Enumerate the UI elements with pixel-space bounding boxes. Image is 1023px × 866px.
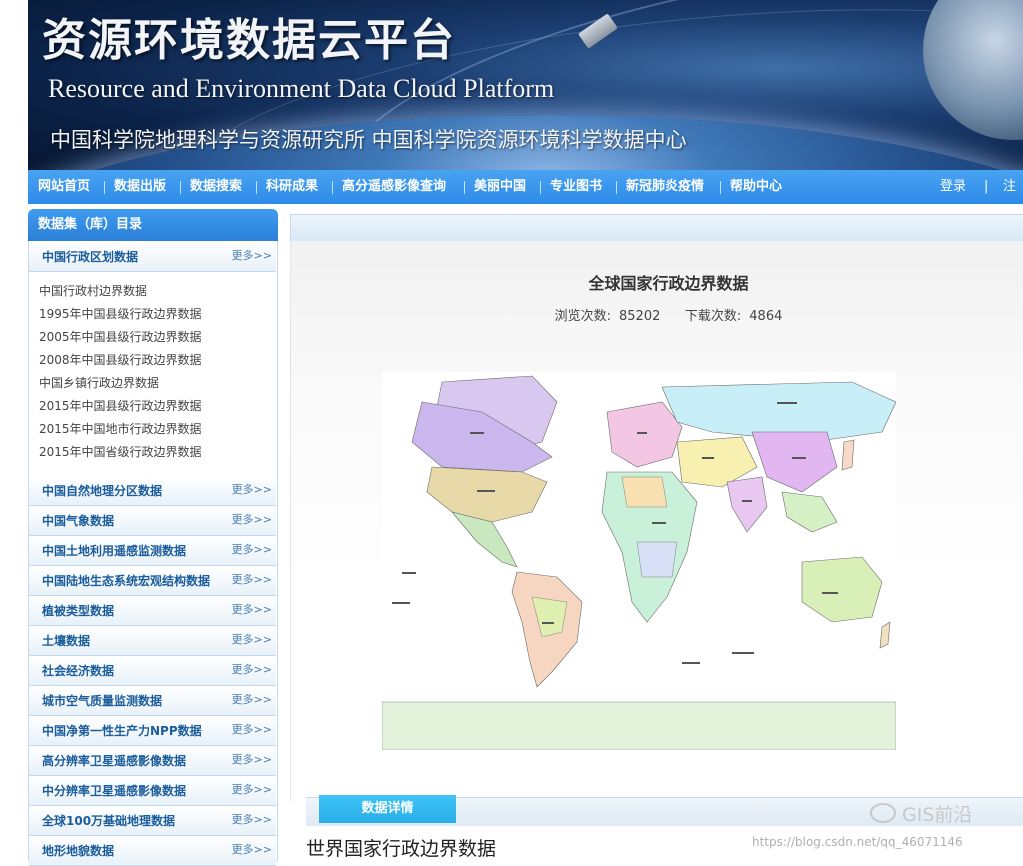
category-natural-geography[interactable]: 中国自然地理分区数据 更多>> [29, 477, 276, 506]
sub-item-1995-county[interactable]: 1995年中国县级行政边界数据 [39, 305, 202, 322]
nav-item-research[interactable]: 科研成果 [266, 170, 318, 204]
more-link[interactable]: 更多>> [232, 747, 272, 773]
category-label: 中国净第一性生产力NPP数据 [42, 724, 202, 738]
main-nav: 网站首页 数据出版 数据搜索 科研成果 高分遥感影像查询 美丽中国 专业图书 新… [28, 170, 1023, 228]
more-link[interactable]: 更多>> [232, 507, 272, 533]
wechat-icon [870, 803, 896, 823]
nav-item-hires-imagery[interactable]: 高分遥感影像查询 [342, 170, 446, 204]
category-meteorology[interactable]: 中国气象数据 更多>> [29, 507, 276, 536]
more-link[interactable]: 更多>> [232, 777, 272, 803]
more-link[interactable]: 更多>> [232, 837, 272, 863]
sub-item-2015-province[interactable]: 2015年中国省级行政边界数据 [39, 443, 202, 460]
category-land-use[interactable]: 中国土地利用遥感监测数据 更多>> [29, 537, 276, 566]
url-watermark: https://blog.csdn.net/qq_46071146 [752, 835, 963, 849]
nav-user-divider: | [984, 179, 989, 194]
register-link[interactable]: 注册 [1003, 170, 1023, 228]
nav-item-help[interactable]: 帮助中心 [730, 170, 782, 204]
more-link[interactable]: 更多>> [232, 717, 272, 743]
sub-item-township[interactable]: 中国乡镇行政边界数据 [39, 374, 159, 391]
category-global-basemap[interactable]: 全球100万基础地理数据 更多>> [29, 807, 276, 836]
views-count: 85202 [619, 309, 661, 324]
detail-heading: 世界国家行政边界数据 [306, 838, 497, 860]
category-label: 城市空气质量监测数据 [42, 694, 163, 708]
category-label: 植被类型数据 [42, 604, 115, 618]
category-label: 中国行政区划数据 [42, 250, 139, 264]
nav-item-beautiful-china[interactable]: 美丽中国 [474, 170, 526, 204]
downloads-label: 下载次数: [684, 309, 742, 324]
site-banner: 资源环境数据云平台 Resource and Environment Data … [28, 0, 1023, 170]
more-link[interactable]: 更多>> [232, 687, 272, 713]
category-label: 地形地貌数据 [42, 844, 115, 858]
views-label: 浏览次数: [554, 309, 611, 324]
more-link[interactable]: 更多>> [232, 537, 272, 563]
tab-data-details[interactable]: 数据详情 [319, 795, 456, 823]
category-label: 全球100万基础地理数据 [42, 814, 176, 828]
brand-watermark-text: GIS前沿 [902, 804, 973, 826]
more-link[interactable]: 更多>> [232, 807, 272, 833]
nav-item-books[interactable]: 专业图书 [550, 170, 602, 204]
site-title-zh: 资源环境数据云平台 [42, 15, 456, 66]
category-admin-divisions[interactable]: 中国行政区划数据 更多>> [29, 243, 276, 272]
nav-divider [720, 181, 721, 194]
sub-item-2005-county[interactable]: 2005年中国县级行政边界数据 [39, 328, 202, 345]
sub-item-2008-county[interactable]: 2008年中国县级行政边界数据 [39, 351, 202, 368]
nav-divider [616, 181, 617, 194]
sub-item-2015-city[interactable]: 2015年中国地市行政边界数据 [39, 420, 202, 437]
nav-item-search[interactable]: 数据搜索 [190, 170, 242, 204]
more-link[interactable]: 更多>> [232, 243, 272, 269]
nav-divider [180, 181, 181, 194]
dataset-stats: 浏览次数: 85202 下载次数: 4864 [290, 305, 1023, 324]
category-label: 高分辨率卫星遥感影像数据 [42, 754, 187, 768]
category-midres-satellite[interactable]: 中分辨率卫星遥感影像数据 更多>> [29, 777, 276, 806]
nav-item-home[interactable]: 网站首页 [38, 170, 90, 204]
nav-divider [104, 181, 105, 194]
nav-item-publish[interactable]: 数据出版 [114, 170, 166, 204]
category-label: 中国自然地理分区数据 [42, 484, 163, 498]
more-link[interactable]: 更多>> [232, 597, 272, 623]
catalog-header: 数据集（库）目录 [28, 209, 278, 241]
category-soil[interactable]: 土壤数据 更多>> [29, 627, 276, 656]
category-label: 社会经济数据 [42, 664, 115, 678]
nav-divider [332, 181, 333, 194]
content-header-bar [290, 214, 1023, 242]
dataset-title: 全球国家行政边界数据 [588, 274, 749, 293]
more-link[interactable]: 更多>> [232, 627, 272, 653]
category-label: 中国土地利用遥感监测数据 [42, 544, 187, 558]
nav-divider [540, 181, 541, 194]
nav-divider [256, 181, 257, 194]
category-socioeconomic[interactable]: 社会经济数据 更多>> [29, 657, 276, 686]
nav-divider [464, 181, 465, 194]
sub-item-village-boundary[interactable]: 中国行政村边界数据 [39, 282, 147, 299]
category-label: 土壤数据 [42, 634, 91, 648]
more-link[interactable]: 更多>> [232, 567, 272, 593]
brand-watermark: GIS前沿 [870, 800, 972, 827]
category-label: 中国气象数据 [42, 514, 115, 528]
category-ecosystem[interactable]: 中国陆地生态系统宏观结构数据 更多>> [29, 567, 276, 596]
category-vegetation[interactable]: 植被类型数据 更多>> [29, 597, 276, 626]
downloads-count: 4864 [749, 309, 783, 324]
category-npp[interactable]: 中国净第一性生产力NPP数据 更多>> [29, 717, 276, 746]
category-terrain[interactable]: 地形地貌数据 更多>> [29, 837, 276, 866]
world-boundary-map-image [382, 372, 896, 750]
category-hires-satellite[interactable]: 高分辨率卫星遥感影像数据 更多>> [29, 747, 276, 776]
more-link[interactable]: 更多>> [232, 477, 272, 503]
more-link[interactable]: 更多>> [232, 657, 272, 683]
nav-item-covid[interactable]: 新冠肺炎疫情 [626, 170, 704, 204]
category-air-quality[interactable]: 城市空气质量监测数据 更多>> [29, 687, 276, 716]
category-label: 中分辨率卫星遥感影像数据 [42, 784, 187, 798]
site-title-en: Resource and Environment Data Cloud Plat… [48, 74, 555, 103]
sub-item-2015-county[interactable]: 2015年中国县级行政边界数据 [39, 397, 202, 414]
site-subtitle: 中国科学院地理科学与资源研究所 中国科学院资源环境科学数据中心 [50, 128, 687, 152]
login-link[interactable]: 登录 [940, 170, 966, 204]
category-label: 中国陆地生态系统宏观结构数据 [42, 574, 211, 588]
